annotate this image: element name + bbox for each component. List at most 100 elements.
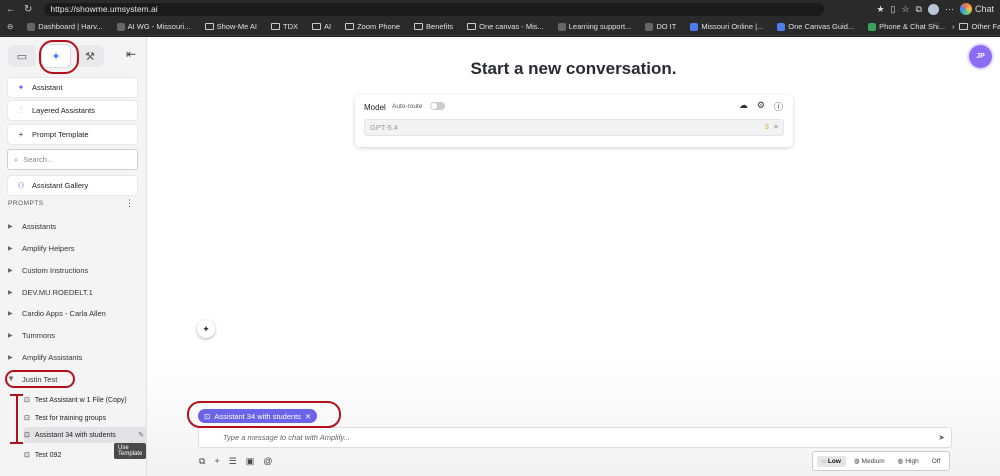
template-label: Assistant 34 with students [34,431,116,439]
layers-icon[interactable]: ☰ [229,456,237,467]
bulb-icon: ◌ [822,457,826,465]
favorites-icon[interactable]: ☆ [901,4,909,15]
bookmark-item[interactable]: Learning support... [551,22,639,31]
extensions-icon[interactable]: ⧉ [916,4,922,15]
user-avatar[interactable]: JP [969,45,992,68]
folder-item[interactable]: ▶ Custom Instructions [8,262,140,278]
sparkle-icon: ✦ [17,83,25,92]
more-vertical-icon[interactable]: ⋮ [125,198,134,209]
bookmark-item[interactable]: Missouri Online |... [683,22,770,31]
chat-label: Chat [974,4,994,14]
back-icon[interactable]: ← [6,4,16,15]
bookmark-label: One canvas - Mis... [479,22,544,31]
copy-icon[interactable]: ⧉ [199,456,205,467]
bookmark-item[interactable]: Phone & Chat Shi... [861,22,952,31]
model-select[interactable]: GPT-5.4 $ ≡ [364,119,784,136]
folder-icon [271,23,280,30]
sidebar-item-prompt-template[interactable]: + Prompt Template [7,124,138,145]
bookmark-label: Zoom Phone [357,22,401,31]
bookmark-item[interactable]: One canvas - Mis... [460,22,551,31]
robot-icon: ⊡ [24,415,30,422]
use-template-tooltip: Use Template [114,443,147,459]
bookmark-item[interactable]: AI [305,22,338,31]
collapse-sidebar-icon[interactable]: ⇤ [126,47,136,61]
template-item[interactable]: ⊡ Test Assistant w 1 File (Copy) [24,392,148,408]
bookmark-item[interactable]: One Canvas Guid... [770,22,861,31]
sidebar-item-assistant[interactable]: ✦ Assistant [7,77,138,98]
sparkle-icon: ✦ [51,50,61,63]
autoroute-toggle[interactable] [430,102,445,110]
folder-item[interactable]: ▶ Amplify Helpers [8,240,140,256]
chat-placeholder: Type a message to chat with Amplify... [223,433,350,442]
app-window: ▭ ✦ ⚒ ⇤ ✦ Assistant ⫶ Layered Assistants… [0,37,1000,476]
favorite-star-icon[interactable]: ★ [876,4,884,15]
folder-item[interactable]: ▶ Assistants [8,218,140,234]
folder-icon [312,23,321,30]
site-icon [116,22,125,31]
close-icon[interactable]: ✕ [305,412,311,421]
tab-assistants[interactable]: ✦ [42,45,70,67]
effort-off[interactable]: Off [927,456,946,467]
folder-label: Tummons [22,330,56,340]
folder-item-open[interactable]: ▶ Justin Test [8,371,140,387]
folder-icon [467,23,477,30]
template-item[interactable]: ⊡ Test for training groups [24,410,148,426]
split-icon[interactable]: ▯ [891,4,896,15]
bookmark-item[interactable]: AI WG - Missouri... [110,22,198,31]
sidebar-item-layered-assistants[interactable]: ⫶ Layered Assistants [7,100,138,121]
effort-low[interactable]: ◌ Low [817,455,846,467]
tab-tools[interactable]: ⚒ [76,45,104,67]
bookmark-item[interactable]: Benefits [407,22,460,31]
site-icon [690,22,699,31]
folder-item[interactable]: ▶ Cardio Apps - Carla Allen [8,305,140,321]
bookmark-item[interactable]: Dashboard | Harv... [20,22,109,31]
bookmark-item[interactable]: TDX [264,22,305,31]
url-text: https://showme.umsystem.ai [50,4,158,14]
bookmark-item[interactable]: Zoom Phone [338,22,407,31]
template-label: Test 092 [34,451,62,459]
reload-icon[interactable]: ↻ [24,4,32,15]
sidebar: ▭ ✦ ⚒ ⇤ ✦ Assistant ⫶ Layered Assistants… [0,37,148,476]
sidebar-item-label: Prompt Template [32,130,89,139]
send-icon[interactable]: ➤ [938,433,945,442]
edit-icon[interactable]: ✎ [138,431,144,439]
bookmark-item[interactable]: Show-Me AI [198,22,264,31]
wrench-icon: ⚒ [85,50,95,63]
chevron-right-icon: ▶ [8,267,13,274]
more-icon[interactable]: ⋯ [945,4,954,15]
template-item[interactable]: ⊡ Assistant 34 with students ✎ [24,427,148,443]
chevron-right-icon: ▶ [8,310,13,317]
other-favorites[interactable]: Other Favorites [972,22,1000,31]
image-icon[interactable]: ▣ [246,456,255,467]
copilot-chat-button[interactable]: Chat [959,3,994,15]
layers-icon: ⫶ [20,105,22,115]
bookmark-item[interactable]: DO IT [638,22,683,31]
effort-high[interactable]: ◍ High [893,455,924,467]
robot-icon: ⊡ [24,452,30,459]
gear-icon[interactable]: ⚙ [757,100,765,113]
cloud-icon[interactable]: ☁ [739,100,748,113]
sidebar-item-label: Assistant [32,83,63,92]
cost-icon: $ [765,124,769,131]
folder-label: Cardio Apps - Carla Allen [22,308,106,318]
bookmarks-overflow-icon[interactable]: › [952,22,955,31]
info-icon[interactable]: ⓘ [774,100,783,113]
assistant-chip[interactable]: ⊡ Assistant 34 with students ✕ [198,409,318,423]
folder-item[interactable]: ▶ Tummons [8,327,140,343]
folder-label: Amplify Assistants [22,352,83,362]
model-card: Model Auto-route ☁ ⚙ ⓘ GPT-5.4 $ ≡ [355,95,793,147]
folder-item[interactable]: ▶ DEV.MU.ROEDELT.1 [8,284,140,300]
sparkle-fab-button[interactable]: ✦ [197,320,215,338]
bookmark-sidebar-icon[interactable]: ⊖ [0,22,20,31]
effort-label: Off [931,457,941,465]
profile-avatar[interactable] [927,3,939,15]
effort-medium[interactable]: ◍ Medium [849,455,890,467]
at-icon[interactable]: @ [263,456,272,467]
chat-input[interactable]: Type a message to chat with Amplify... ➤ [198,427,952,448]
search-input[interactable]: ⌕ Search... [7,149,138,170]
plus-icon[interactable]: + [214,456,219,467]
assistant-gallery-button[interactable]: ⚇ Assistant Gallery [7,175,138,196]
url-bar[interactable]: https://showme.umsystem.ai [44,2,825,16]
tab-conversations[interactable]: ▭ [8,45,36,67]
folder-item[interactable]: ▶ Amplify Assistants [8,349,140,365]
